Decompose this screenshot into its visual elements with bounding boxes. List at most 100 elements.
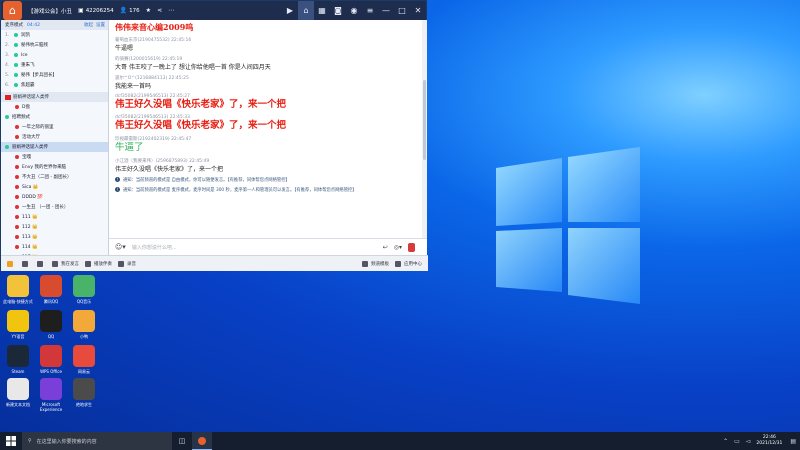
desktop-shortcut[interactable]: 绝地求生	[68, 378, 100, 412]
maximize-icon[interactable]: □	[394, 1, 410, 20]
favorite-star-icon[interactable]: ★	[146, 7, 151, 14]
shortcut-app-icon	[40, 310, 62, 332]
record-button[interactable]: 录音	[118, 260, 136, 267]
chat-log[interactable]: 伟伟来音心编2009呜葡萄血东京(2190475532) 22:45:16 牛逼嗯…	[109, 20, 420, 238]
chat-message[interactable]: 的骑赛(1200015619) 22:45:19 大哥 伟王咬了一晚上了 想让你给…	[115, 56, 416, 71]
mic-toggle[interactable]	[7, 260, 16, 267]
queue-item[interactable]: 3. Ice	[1, 50, 108, 60]
member-icon	[15, 165, 19, 169]
close-icon[interactable]: ✕	[410, 1, 426, 20]
send-arrow-icon[interactable]: ↩	[383, 244, 388, 251]
member-icon	[15, 125, 19, 129]
desktop-shortcut[interactable]: YY语音	[2, 310, 34, 344]
shortcut-label: YY语音	[11, 334, 25, 339]
channel-item[interactable]: 一年之际的丽里	[1, 122, 108, 132]
queue-item[interactable]: 4. 重朱飞	[1, 60, 108, 70]
desktop-shortcut[interactable]: QQ音乐	[68, 275, 100, 309]
desktop-shortcut[interactable]: Microsoft Experience	[35, 378, 67, 412]
shortcut-label: Microsoft Experience	[39, 402, 63, 412]
desktop-shortcut[interactable]: 腾讯QQ	[35, 275, 67, 309]
taskbar-search[interactable]: ⚲ 在这里输入你要搜索的内容	[22, 432, 172, 450]
gift-icon[interactable]	[408, 242, 415, 252]
chat-scrollbar[interactable]	[422, 20, 427, 238]
share-icon[interactable]: ⋖	[157, 7, 162, 14]
desktop-shortcut[interactable]: 新建文本文档	[2, 378, 34, 412]
task-view-icon[interactable]: ◫	[172, 432, 192, 450]
channel-item[interactable]: 宝嘎	[1, 152, 108, 162]
menu-icon[interactable]: ≡	[362, 1, 378, 20]
speaker-icon[interactable]	[22, 260, 31, 267]
queue-name: 润凯	[21, 33, 30, 38]
volume-icon[interactable]: ◅	[746, 438, 751, 445]
channel-item[interactable]: 113 👑	[1, 232, 108, 242]
desktop-shortcut[interactable]: Steam	[2, 345, 34, 379]
minimize-icon[interactable]: —	[378, 1, 394, 20]
chat-bubble-icon[interactable]: ◎▾	[394, 244, 402, 251]
queue-number: 1.	[5, 32, 10, 38]
status-dot-icon	[14, 43, 18, 47]
channel-item[interactable]: 招聘频式	[1, 112, 108, 122]
scroll-thumb[interactable]	[423, 80, 426, 160]
channel-item[interactable]: 111 👑	[1, 212, 108, 222]
channel-item[interactable]: DDDD 💯	[1, 192, 108, 202]
tray-chevron-icon[interactable]: ⌃	[723, 438, 728, 445]
channel-item[interactable]: Envy 我的世界你来脑	[1, 162, 108, 172]
queue-item[interactable]: 6. 焦超霸	[1, 80, 108, 90]
channel-item[interactable]: 活动大厅	[1, 132, 108, 142]
channel-item[interactable]: Sica 👑	[1, 182, 108, 192]
channel-item-label: 111 👑	[22, 214, 38, 220]
channel-item[interactable]: 112 👑	[1, 222, 108, 232]
channel-template-button[interactable]: 频道模板	[362, 260, 389, 267]
yy-app-taskbar-icon[interactable]	[192, 432, 212, 450]
channel-item[interactable]: 丽娟神话诞人类传	[1, 142, 108, 152]
chat-message[interactable]: 葡萄血东京(2190475532) 22:45:16 牛逼嗯	[115, 37, 416, 52]
chat-app-window[interactable]: ⌂ 【游戏公会】小丑 ▣ 42206254 👤 176 ★ ⋖ ⋯ ▶ ⌂ ▦ …	[0, 0, 428, 271]
chat-message[interactable]: dcf35082(2199546513) 22:45:33 伟王好久没唱《快乐老家…	[115, 115, 416, 132]
shortcut-app-icon	[73, 345, 95, 367]
channel-item-label: 一年之际的丽里	[22, 125, 54, 130]
channel-item[interactable]: 一生丑 （一团 - 团长）	[1, 202, 108, 212]
collapse-link[interactable]: 收起	[84, 22, 93, 28]
user-center-icon[interactable]: ◉	[346, 1, 362, 20]
video-icon[interactable]: ▶	[282, 1, 298, 20]
chat-message[interactable]: 遥尔^O^(1216884113) 22:45:25 我能来一首吗	[115, 75, 416, 90]
notification-icon[interactable]: ▤	[790, 438, 796, 445]
queue-item[interactable]: 5. 秘伟【步兵团长】	[1, 70, 108, 80]
speak-label: 我在发言	[61, 261, 79, 267]
channel-item[interactable]: 114 👑	[1, 242, 108, 252]
mode-time: 04:42	[27, 22, 40, 28]
more-icon[interactable]: ⋯	[168, 7, 174, 14]
channel-item[interactable]: D盘	[1, 102, 108, 112]
app-center-button[interactable]: 应用中心	[395, 260, 422, 267]
desktop-shortcut[interactable]: 此电脑-快捷方式	[2, 275, 34, 309]
channel-item-label: 宝嘎	[22, 155, 31, 160]
queue-item[interactable]: 2. 秘伟杭三脑残	[1, 40, 108, 50]
message-input[interactable]: 输入你想说什么吧...	[132, 244, 383, 251]
speak-button[interactable]: 我在发言	[52, 260, 79, 267]
home-icon[interactable]: ⌂	[298, 1, 314, 20]
gamepad-icon[interactable]: ◙	[330, 1, 346, 20]
input-bar[interactable]: ☺▾ 输入你想说什么吧... ↩ ◎▾	[109, 238, 427, 255]
calendar-icon[interactable]: ▦	[314, 1, 330, 20]
desktop-shortcut[interactable]: WPS Office	[35, 345, 67, 379]
clock[interactable]: 22:46 2021/12/31	[756, 435, 782, 447]
queue-item[interactable]: 1. 润凯	[1, 30, 108, 40]
settings-link[interactable]: 设置	[96, 22, 105, 28]
emoji-icon[interactable]: ☺▾	[115, 243, 126, 251]
start-button[interactable]	[0, 432, 22, 450]
channel-header-label: 丽娟神话诞人类传	[13, 95, 49, 100]
title-bar[interactable]: ⌂ 【游戏公会】小丑 ▣ 42206254 👤 176 ★ ⋖ ⋯ ▶ ⌂ ▦ …	[1, 1, 426, 20]
chat-message[interactable]: 珍视最雷斯(2192402319) 22:45:47 牛逼了	[115, 136, 416, 154]
mic-icon[interactable]	[37, 260, 46, 267]
accompaniment-button[interactable]: 播放伴奏	[85, 260, 112, 267]
desktop-shortcut[interactable]: QQ	[35, 310, 67, 344]
chat-message[interactable]: dcf35082(2199546513) 22:45:27 伟王好久没唱《快乐老家…	[115, 94, 416, 111]
network-icon[interactable]: ▭	[734, 438, 740, 445]
channel-item[interactable]: 不大丑（二团 - 副团长）	[1, 172, 108, 182]
app-logo-icon[interactable]: ⌂	[3, 1, 22, 20]
chat-message[interactable]: 伟伟来音心编2009呜	[115, 22, 416, 33]
chat-message[interactable]: 小江酒（我要来伟）(2596875893) 22:45:49 伟王好久没唱《快乐老…	[115, 158, 416, 173]
shortcut-label: 腾讯QQ	[43, 299, 59, 304]
desktop-shortcut[interactable]: 小鸭	[68, 310, 100, 344]
desktop-shortcut[interactable]: 网易云	[68, 345, 100, 379]
